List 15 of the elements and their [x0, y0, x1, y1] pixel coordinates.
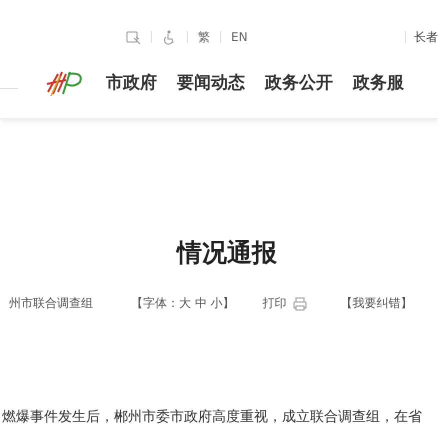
article-paragraph: 燃爆事件发生后，郴州市委市政府高度重视，成立联合调查组，在省 — [2, 408, 423, 426]
language-link[interactable]: EN — [231, 30, 248, 44]
report-error-link[interactable]: 【我要纠错】 — [340, 295, 413, 312]
article-source: 州市联合调查组 — [9, 295, 93, 312]
elder-mode-link[interactable]: 长者 — [414, 28, 438, 46]
nav-item[interactable]: 政务公开 — [265, 70, 333, 94]
nav-item[interactable]: 市政府 — [106, 70, 157, 94]
screen-reader-icon[interactable] — [126, 30, 141, 44]
nav-item[interactable]: 政务服 — [353, 70, 404, 94]
nav-item[interactable]: 要闻动态 — [177, 70, 245, 94]
print-link[interactable]: 打印 — [262, 295, 307, 312]
printer-icon — [292, 296, 307, 310]
language-link[interactable]: 繁 — [198, 28, 210, 46]
font-size-control[interactable]: 【字体：大 中 小】 — [131, 295, 235, 312]
article-title: 情况通报 — [174, 237, 278, 269]
